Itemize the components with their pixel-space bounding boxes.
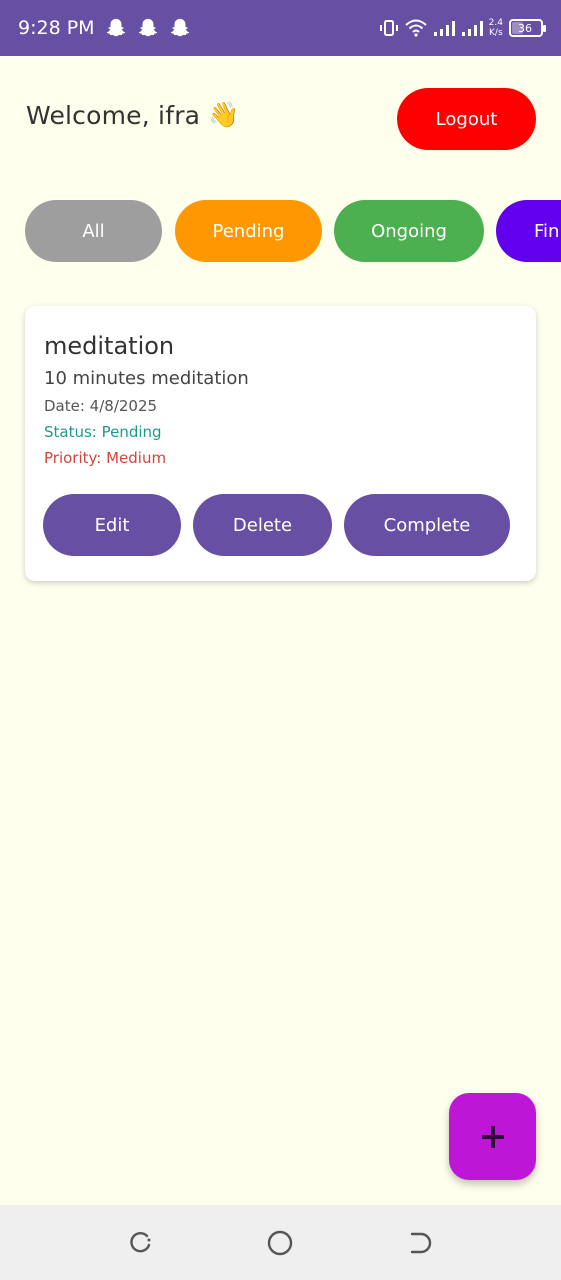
filter-chips: All Pending Ongoing Fin bbox=[0, 200, 561, 262]
home-button[interactable] bbox=[266, 1229, 294, 1257]
system-nav-bar bbox=[0, 1205, 561, 1280]
delete-button[interactable]: Delete bbox=[193, 494, 332, 556]
task-description: 10 minutes meditation bbox=[44, 368, 249, 389]
filter-all-button[interactable]: All bbox=[25, 200, 162, 262]
back-button[interactable] bbox=[406, 1229, 434, 1257]
home-icon bbox=[267, 1230, 293, 1256]
edit-button[interactable]: Edit bbox=[43, 494, 181, 556]
task-title: meditation bbox=[44, 332, 175, 360]
signal-icon bbox=[461, 21, 483, 36]
complete-button[interactable]: Complete bbox=[344, 494, 510, 556]
task-card: meditation 10 minutes meditation Date: 4… bbox=[25, 306, 536, 581]
welcome-text: Welcome, ifra bbox=[26, 100, 201, 130]
snapchat-ghost-icon bbox=[170, 18, 189, 37]
signal-icon bbox=[433, 21, 455, 36]
task-status: Status: Pending bbox=[44, 423, 162, 441]
net-speed: 2.4 K/s bbox=[489, 18, 503, 38]
waving-hand-icon: 👋 bbox=[208, 100, 240, 129]
wifi-icon bbox=[405, 19, 427, 37]
logout-button[interactable]: Logout bbox=[397, 88, 536, 150]
battery-level: 36 bbox=[518, 21, 532, 35]
status-bar-left: 9:28 PM bbox=[18, 17, 191, 39]
back-icon bbox=[410, 1232, 432, 1254]
task-priority: Priority: Medium bbox=[44, 449, 167, 467]
net-speed-unit: K/s bbox=[489, 28, 503, 38]
task-date: Date: 4/8/2025 bbox=[44, 397, 158, 415]
recent-apps-icon bbox=[130, 1231, 151, 1253]
add-task-button[interactable] bbox=[449, 1093, 536, 1180]
status-time: 9:28 PM bbox=[18, 17, 95, 39]
plus-icon bbox=[481, 1125, 504, 1148]
filter-pending-button[interactable]: Pending bbox=[175, 200, 322, 262]
recent-apps-button[interactable] bbox=[126, 1229, 154, 1257]
filter-finished-button[interactable]: Fin bbox=[496, 200, 561, 262]
vibrate-icon bbox=[379, 20, 398, 36]
snapchat-ghost-icon bbox=[106, 18, 125, 37]
status-bar-right: 2.4 K/s 36 bbox=[379, 18, 546, 38]
net-speed-value: 2.4 bbox=[488, 18, 503, 28]
status-bar: 9:28 PM 2.4 K/s 36 bbox=[0, 0, 561, 56]
filter-ongoing-button[interactable]: Ongoing bbox=[334, 200, 484, 262]
snapchat-ghost-icon bbox=[138, 18, 157, 37]
welcome-heading: Welcome, ifra 👋 bbox=[26, 100, 240, 130]
battery-icon: 36 bbox=[509, 19, 546, 37]
